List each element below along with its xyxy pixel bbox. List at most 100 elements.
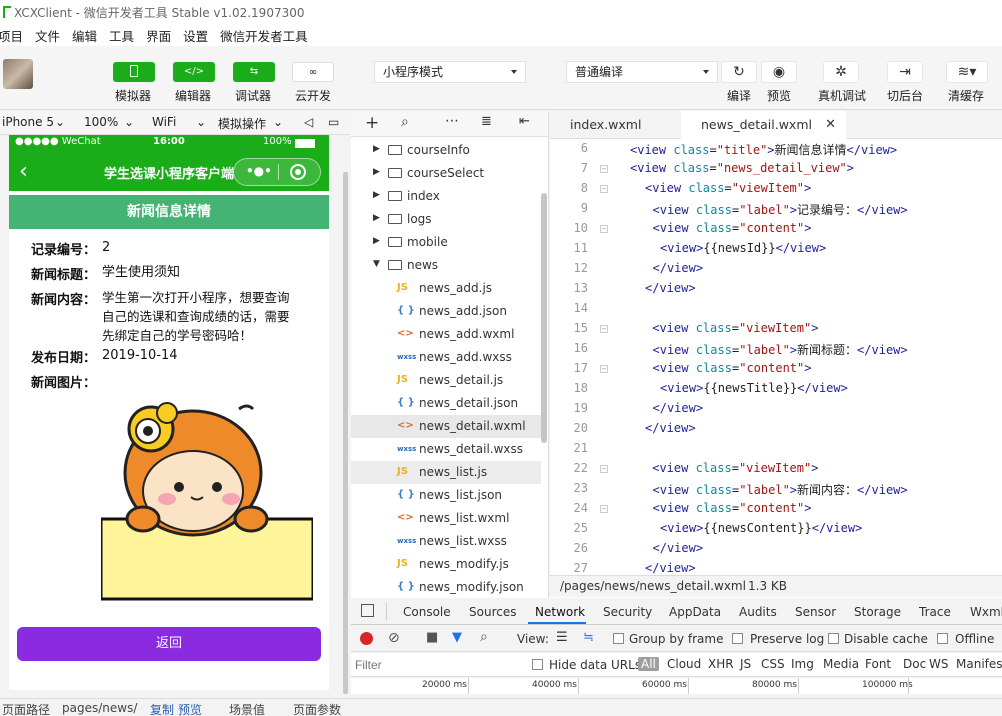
code-line[interactable]: <view>{{newsTitle}}</view> [660, 381, 848, 395]
file-item[interactable]: wxss news_add.wxss [351, 346, 541, 369]
file-item[interactable]: <> news_add.wxml [351, 323, 541, 346]
page-params-label[interactable]: 页面参数 [293, 701, 341, 716]
collapse-icon[interactable]: ≣ [481, 114, 492, 129]
code-line[interactable]: <view class="content"> [653, 361, 812, 375]
code-line[interactable]: </view> [645, 561, 696, 575]
code-line[interactable]: <view class="label">记录编号：</view> [653, 201, 908, 218]
list-view-icon[interactable]: ☰ [556, 630, 568, 645]
menu-tools[interactable]: 工具 [109, 26, 134, 45]
code-line[interactable]: <view class="content"> [653, 501, 812, 515]
background-button[interactable]: ⇥ [887, 61, 923, 83]
compile-mode-select[interactable]: 普通编译 [566, 61, 718, 83]
file-item[interactable]: { } news_add.json [351, 300, 541, 323]
menu-settings[interactable]: 设置 [183, 26, 208, 45]
menu-wechat-devtools[interactable]: 微信开发者工具 [220, 26, 308, 45]
back-button[interactable]: 返回 [17, 627, 321, 661]
code-line[interactable]: <view class="content"> [653, 221, 812, 235]
menu-interface[interactable]: 界面 [146, 26, 171, 45]
type-filter-js[interactable]: JS [740, 657, 751, 671]
code-line[interactable]: </view> [653, 401, 704, 415]
code-line[interactable]: <view class="viewItem"> [645, 321, 818, 335]
camera-icon[interactable]: ■ [426, 630, 438, 645]
close-mini-icon[interactable] [290, 164, 306, 180]
record-icon[interactable] [360, 632, 373, 645]
menu-project[interactable]: 项目 [0, 26, 23, 45]
code-line[interactable]: <view class="viewItem"> [645, 461, 818, 475]
devtools-tab-network[interactable]: Network [535, 605, 585, 619]
type-filter-img[interactable]: Img [791, 657, 814, 671]
folder-item[interactable]: ▶ courseInfo [351, 139, 541, 162]
type-filter-xhr[interactable]: XHR [708, 657, 734, 671]
more-icon[interactable]: •●• [246, 164, 272, 178]
fold-toggle-icon[interactable]: − [600, 325, 608, 333]
code-line[interactable]: </view> [645, 421, 696, 435]
file-item[interactable]: { } news_list.json [351, 484, 541, 507]
fold-toggle-icon[interactable]: − [600, 185, 608, 193]
type-filter-all[interactable]: All [638, 657, 659, 671]
tab-index-wxml[interactable]: index.wxml [550, 111, 661, 139]
devtools-tab-trace[interactable]: Trace [919, 605, 951, 619]
compile-button[interactable]: ↻ [721, 61, 757, 83]
file-tree-scrollbar[interactable] [541, 193, 547, 443]
file-item[interactable]: JS news_add.js [351, 277, 541, 300]
devtools-tab-wxml[interactable]: Wxml [970, 605, 1002, 619]
clear-icon[interactable]: ⊘ [388, 630, 400, 646]
fold-toggle-icon[interactable]: − [600, 165, 608, 173]
devtools-tab-console[interactable]: Console [403, 605, 451, 619]
remote-debug-button[interactable]: ✲ [823, 61, 859, 83]
back-arrow-icon[interactable]: ‹ [19, 159, 28, 184]
devtools-tab-storage[interactable]: Storage [854, 605, 901, 619]
group-by-frame-checkbox[interactable] [613, 633, 624, 644]
window-icon[interactable]: ▭ [328, 115, 339, 129]
code-line[interactable]: <view class="label">新闻标题：</view> [653, 341, 908, 358]
file-item[interactable]: <> news_list.wxml [351, 507, 541, 530]
device-select[interactable]: iPhone 5 [2, 115, 54, 129]
devtools-tab-sources[interactable]: Sources [469, 605, 516, 619]
fold-toggle-icon[interactable]: − [600, 505, 608, 513]
code-line[interactable]: <view>{{newsContent}}</view> [660, 521, 862, 535]
folder-item[interactable]: ▶ index [351, 185, 541, 208]
type-filter-css[interactable]: CSS [761, 657, 785, 671]
fold-toggle-icon[interactable]: − [600, 465, 608, 473]
offline-checkbox[interactable] [937, 633, 948, 644]
filter-icon[interactable]: ▼ [452, 630, 462, 645]
disable-cache-checkbox[interactable] [828, 633, 839, 644]
file-item[interactable]: JS news_detail.js [351, 369, 541, 392]
editor-toggle[interactable]: </> [173, 62, 215, 82]
network-select[interactable]: WiFi [152, 115, 176, 129]
cloud-dev-button[interactable]: ∞ [292, 62, 334, 82]
waterfall-icon[interactable]: ≒ [583, 630, 594, 645]
search-icon[interactable]: ⌕ [401, 114, 409, 130]
inspect-icon[interactable] [361, 604, 374, 617]
menu-edit[interactable]: 编辑 [72, 26, 97, 45]
more-options-icon[interactable]: ⋯ [445, 113, 459, 129]
code-line[interactable]: <view class="news_detail_view"> [630, 161, 854, 175]
search-network-icon[interactable]: ⌕ [480, 629, 488, 645]
type-filter-media[interactable]: Media [823, 657, 859, 671]
zoom-select[interactable]: 100% [84, 115, 118, 129]
devtools-tab-audits[interactable]: Audits [739, 605, 777, 619]
close-tab-icon[interactable]: ✕ [825, 111, 836, 139]
code-line[interactable]: </view> [653, 261, 704, 275]
type-filter-doc[interactable]: Doc [903, 657, 926, 671]
mode-select[interactable]: 小程序模式 [374, 61, 526, 83]
file-item[interactable]: JS news_list.js [351, 461, 541, 484]
code-line[interactable]: <view class="label">新闻内容：</view> [653, 481, 908, 498]
type-filter-cloud[interactable]: Cloud [667, 657, 701, 671]
copy-link[interactable]: 复制 [150, 701, 174, 716]
file-item[interactable]: wxss news_list.wxss [351, 530, 541, 553]
preserve-log-checkbox[interactable] [732, 633, 743, 644]
capsule-menu[interactable]: •●• [233, 158, 321, 186]
folder-item[interactable]: ▶ logs [351, 208, 541, 231]
code-line[interactable]: </view> [653, 541, 704, 555]
folder-item[interactable]: ▶ courseSelect [351, 162, 541, 185]
devtools-tab-sensor[interactable]: Sensor [795, 605, 836, 619]
split-icon[interactable]: ⇤ [519, 114, 530, 129]
preview-link[interactable]: 预览 [178, 701, 202, 716]
debugger-toggle[interactable]: ⇆ [233, 62, 275, 82]
file-item[interactable]: { } news_detail.json [351, 392, 541, 415]
folder-item[interactable]: ▶ mobile [351, 231, 541, 254]
type-filter-font[interactable]: Font [865, 657, 891, 671]
fold-toggle-icon[interactable]: − [600, 365, 608, 373]
fold-toggle-icon[interactable]: − [600, 225, 608, 233]
